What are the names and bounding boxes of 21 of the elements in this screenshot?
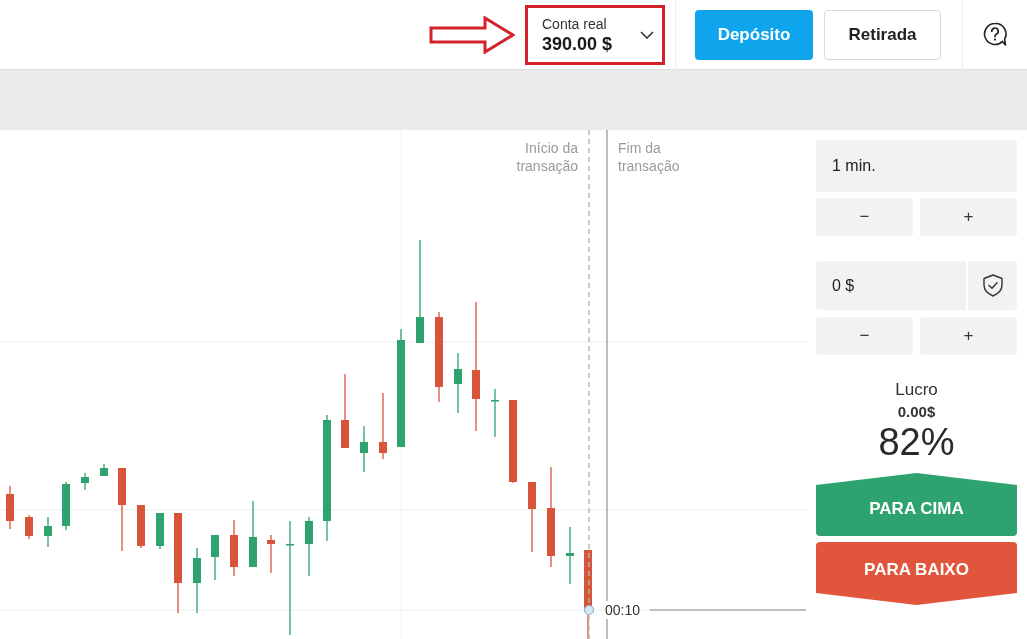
withdraw-button[interactable]: Retirada	[824, 9, 941, 60]
trade-end-label: Fim da transação	[618, 139, 681, 175]
profit-amount: 0.00$	[897, 403, 936, 421]
increase-amount-button[interactable]: +	[920, 317, 1017, 355]
amount-field[interactable]: 0 $	[816, 261, 966, 310]
decrease-amount-button[interactable]: −	[816, 317, 913, 355]
countdown-timer: 00:10	[605, 601, 641, 619]
trade-start-label: Início da transação	[515, 139, 578, 175]
put-down-button[interactable]: PARA BAIXO	[816, 542, 1017, 605]
decrease-duration-button[interactable]: −	[816, 198, 913, 236]
account-selector[interactable]: Conta real 390.00 $	[525, 4, 665, 65]
account-type-label: Conta real	[542, 14, 607, 33]
shield-check-icon	[982, 274, 1003, 297]
duration-field[interactable]: 1 min.	[816, 140, 1017, 192]
account-balance: 390.00 $	[542, 32, 613, 55]
increase-duration-button[interactable]: +	[920, 198, 1017, 236]
help-icon[interactable]	[983, 22, 1007, 47]
chevron-down-icon	[640, 30, 654, 39]
payout-percent: 82%	[878, 421, 955, 463]
insurance-button[interactable]	[968, 261, 1017, 310]
profit-label: Lucro	[895, 380, 938, 400]
